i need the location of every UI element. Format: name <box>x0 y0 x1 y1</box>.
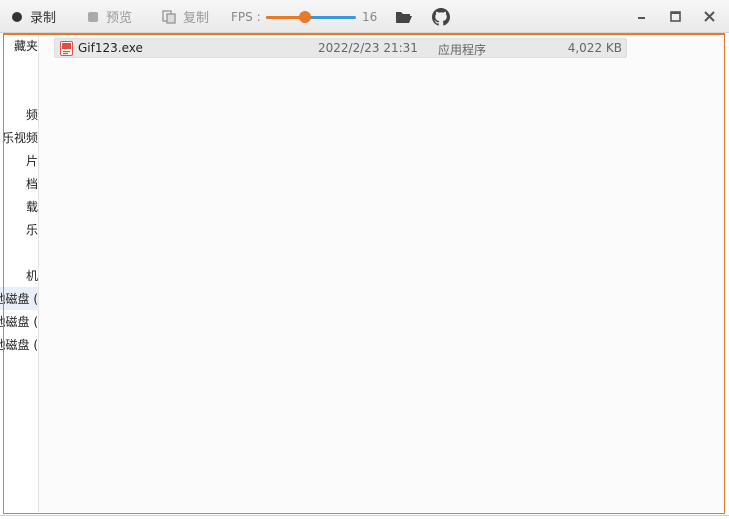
window-bottom-edge <box>0 515 729 516</box>
minimize-icon <box>638 17 645 19</box>
preview-button[interactable]: 预览 <box>88 0 132 33</box>
recording-frame <box>3 33 725 514</box>
folder-open-icon[interactable] <box>395 8 413 26</box>
copy-icon <box>162 9 176 24</box>
preview-label: 预览 <box>106 11 133 26</box>
copy-button[interactable]: 复制 <box>162 0 209 33</box>
fps-label: FPS : <box>231 9 261 24</box>
github-icon[interactable] <box>432 8 450 26</box>
record-button[interactable]: 录制 <box>12 0 56 33</box>
stop-square-icon <box>88 11 98 22</box>
fps-value: 16 <box>362 9 378 24</box>
close-icon <box>703 10 715 22</box>
fps-slider[interactable] <box>266 11 356 23</box>
copy-label: 复制 <box>183 11 210 26</box>
record-label: 录制 <box>30 11 57 26</box>
minimize-button[interactable] <box>632 7 652 25</box>
maximize-button[interactable] <box>665 7 685 25</box>
record-dot-icon <box>12 11 22 22</box>
maximize-icon <box>669 10 681 22</box>
close-button[interactable] <box>699 7 719 25</box>
toolbar: 录制 预览 复制 FPS : 16 <box>0 0 729 33</box>
fps-slider-thumb[interactable] <box>298 11 311 23</box>
